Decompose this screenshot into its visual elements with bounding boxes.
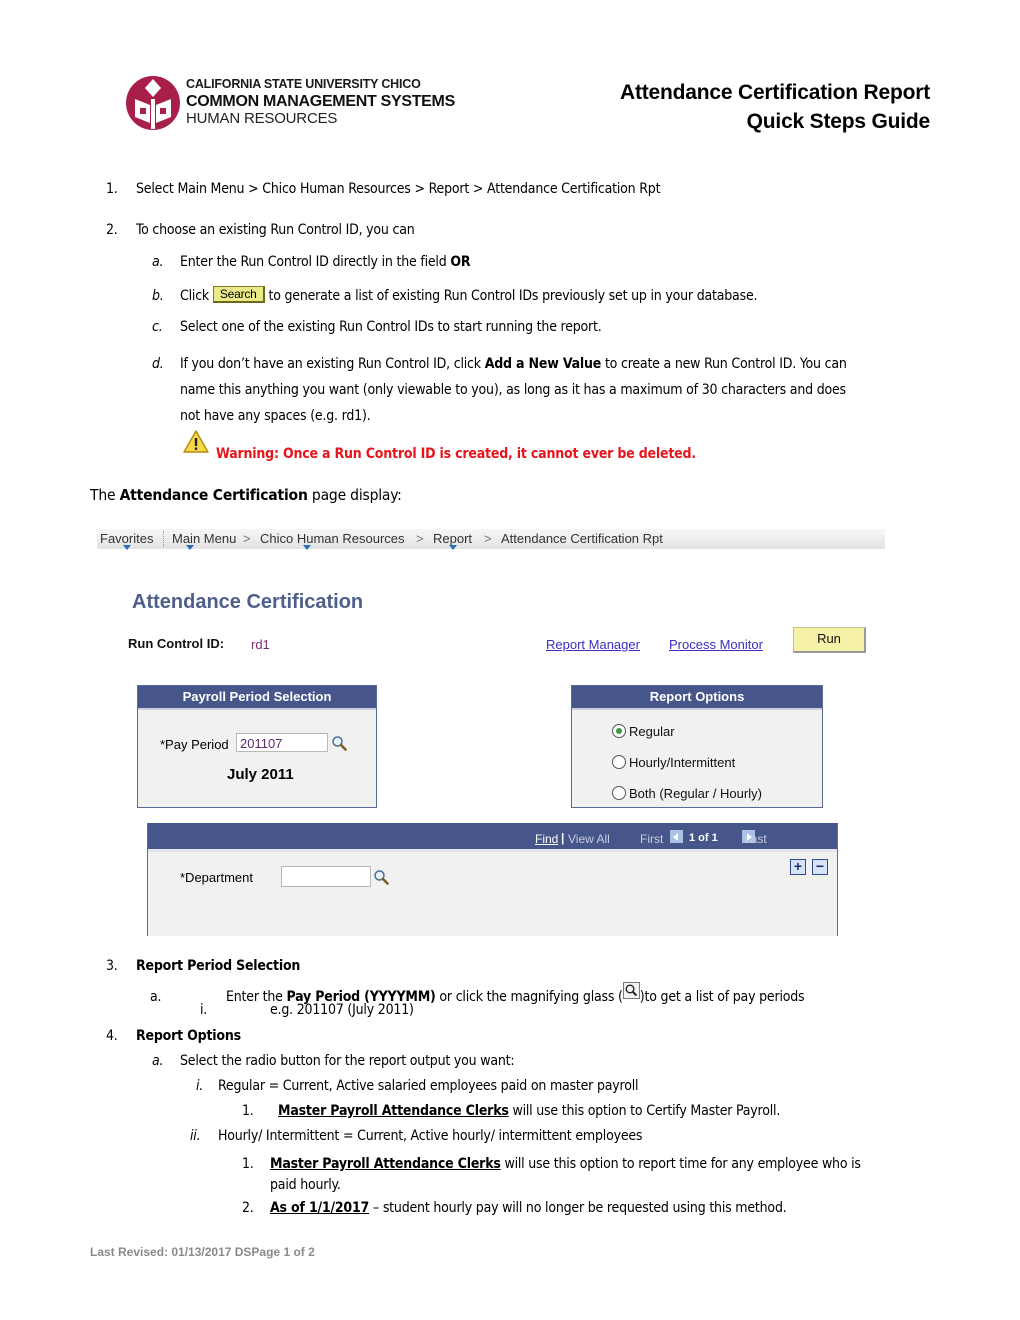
- step-4a-ii-2: 2. As of 1/1/2017 – student hourly pay wi…: [242, 1200, 787, 1216]
- warning-icon: [183, 430, 209, 453]
- department-lookup-icon[interactable]: [373, 869, 389, 885]
- search-button-illustration: Search: [212, 286, 265, 303]
- pay-period-lookup-icon[interactable]: [331, 735, 347, 751]
- step-4a-i-1: 1. Master Payroll Attendance Clerks will …: [242, 1103, 781, 1119]
- page-count: 1 of 1: [689, 832, 718, 844]
- previous-arrow-icon[interactable]: [670, 830, 683, 843]
- radio-regular[interactable]: [612, 724, 626, 738]
- page-title: Attendance Certification: [132, 591, 364, 613]
- step-2: 2. To choose an existing Run Control ID, …: [106, 222, 415, 238]
- step-4a-ii: ii. Hourly/ Intermittent = Current, Activ…: [190, 1128, 643, 1144]
- step-2d: d. If you don’t have an existing Run Cont…: [152, 356, 847, 424]
- warning-text: Warning: Once a Run Control ID is create…: [216, 446, 696, 462]
- chico-hr-caret-icon[interactable]: [303, 545, 311, 550]
- step-3: 3. Report Period Selection: [106, 958, 301, 974]
- find-link[interactable]: Find: [535, 832, 558, 846]
- step-2-text: To choose an existing Run Control ID, yo…: [136, 222, 415, 238]
- logo-cms: COMMON MANAGEMENT SYSTEMS: [186, 93, 455, 110]
- main-menu-caret-icon[interactable]: [186, 545, 194, 550]
- first-label[interactable]: First: [640, 832, 663, 846]
- report-manager-link[interactable]: Report Manager: [546, 637, 640, 652]
- pay-period-description: July 2011: [227, 766, 294, 783]
- breadcrumb-main-menu[interactable]: Main Menu: [172, 531, 236, 546]
- pay-period-input[interactable]: 201107: [236, 733, 328, 752]
- step-2a: a. Enter the Run Control ID directly in t…: [152, 254, 471, 270]
- radio-hourly-intermittent[interactable]: [612, 755, 626, 769]
- breadcrumb-report[interactable]: Report: [433, 531, 472, 546]
- option-both[interactable]: Both (Regular / Hourly): [612, 786, 762, 801]
- step-4a: a. Select the radio button for the report…: [152, 1053, 515, 1069]
- breadcrumb-sep: >: [243, 531, 251, 546]
- magnifying-glass-icon: [622, 982, 640, 999]
- run-button[interactable]: Run: [793, 627, 866, 653]
- logo-text: CALIFORNIA STATE UNIVERSITY CHICO COMMON…: [186, 76, 455, 127]
- radio-both[interactable]: [612, 786, 626, 800]
- breadcrumb-favorites[interactable]: Favorites: [100, 531, 153, 546]
- department-grid-header: Find | View All First 1 of 1 Last: [148, 823, 837, 852]
- payroll-period-header: Payroll Period Selection: [138, 686, 376, 710]
- add-row-button[interactable]: +: [790, 859, 806, 875]
- title-line-1: Attendance Certification Report: [620, 81, 930, 104]
- report-options-group: Report Options Regular Hourly/Intermitte…: [571, 685, 823, 808]
- department-label: *Department: [180, 870, 253, 885]
- title-line-2: Quick Steps Guide: [746, 110, 931, 133]
- csu-chico-logo-icon: [126, 76, 180, 130]
- payroll-period-group: Payroll Period Selection *Pay Period 201…: [137, 685, 377, 808]
- breadcrumb-sep: >: [416, 531, 424, 546]
- step-1: 1. Select Main Menu > Chico Human Resourc…: [106, 181, 661, 197]
- step-2b: b. Click Search to generate a list of exi…: [152, 286, 758, 304]
- delete-row-button[interactable]: −: [812, 859, 828, 875]
- intro-text: The Attendance Certification page displa…: [90, 486, 402, 504]
- breadcrumb-chico-hr[interactable]: Chico Human Resources: [260, 531, 405, 546]
- pay-period-label: *Pay Period: [160, 737, 229, 752]
- step-1-text: Select Main Menu > Chico Human Resources…: [136, 181, 661, 197]
- department-input[interactable]: [281, 866, 371, 887]
- step-3a-i: i. e.g. 201107 (July 2011): [200, 1002, 414, 1018]
- header-divider: |: [561, 831, 565, 845]
- document-title: Attendance Certification Report Quick St…: [620, 78, 930, 136]
- breadcrumb-sep: >: [484, 531, 492, 546]
- department-grid: Find | View All First 1 of 1 Last *Depar…: [147, 823, 838, 936]
- step-4: 4. Report Options: [106, 1028, 241, 1044]
- process-monitor-link[interactable]: Process Monitor: [669, 637, 763, 652]
- last-label[interactable]: Last: [744, 832, 767, 846]
- breadcrumb-attendance-cert: Attendance Certification Rpt: [501, 531, 663, 546]
- report-options-header: Report Options: [572, 686, 822, 710]
- option-hourly-intermittent[interactable]: Hourly/Intermittent: [612, 755, 735, 770]
- option-regular[interactable]: Regular: [612, 724, 675, 739]
- step-4a-i: i. Regular = Current, Active salaried emp…: [196, 1078, 639, 1094]
- report-caret-icon[interactable]: [449, 545, 457, 550]
- favorites-caret-icon[interactable]: [123, 545, 131, 550]
- step-4a-ii-1: 1. Master Payroll Attendance Clerks will …: [242, 1156, 861, 1193]
- run-control-label: Run Control ID:: [128, 636, 225, 651]
- logo-university: CALIFORNIA STATE UNIVERSITY CHICO: [186, 77, 421, 91]
- breadcrumb-divider: [163, 531, 164, 547]
- run-control-value: rd1: [251, 637, 270, 652]
- page-footer: Last Revised: 01/13/2017 DSPage 1 of 2: [90, 1245, 315, 1259]
- step-2c: c. Select one of the existing Run Control…: [152, 319, 602, 335]
- view-all-link[interactable]: View All: [568, 832, 610, 846]
- logo-hr: HUMAN RESOURCES: [186, 110, 338, 127]
- breadcrumb-bar: Favorites Main Menu > Chico Human Resour…: [97, 529, 885, 550]
